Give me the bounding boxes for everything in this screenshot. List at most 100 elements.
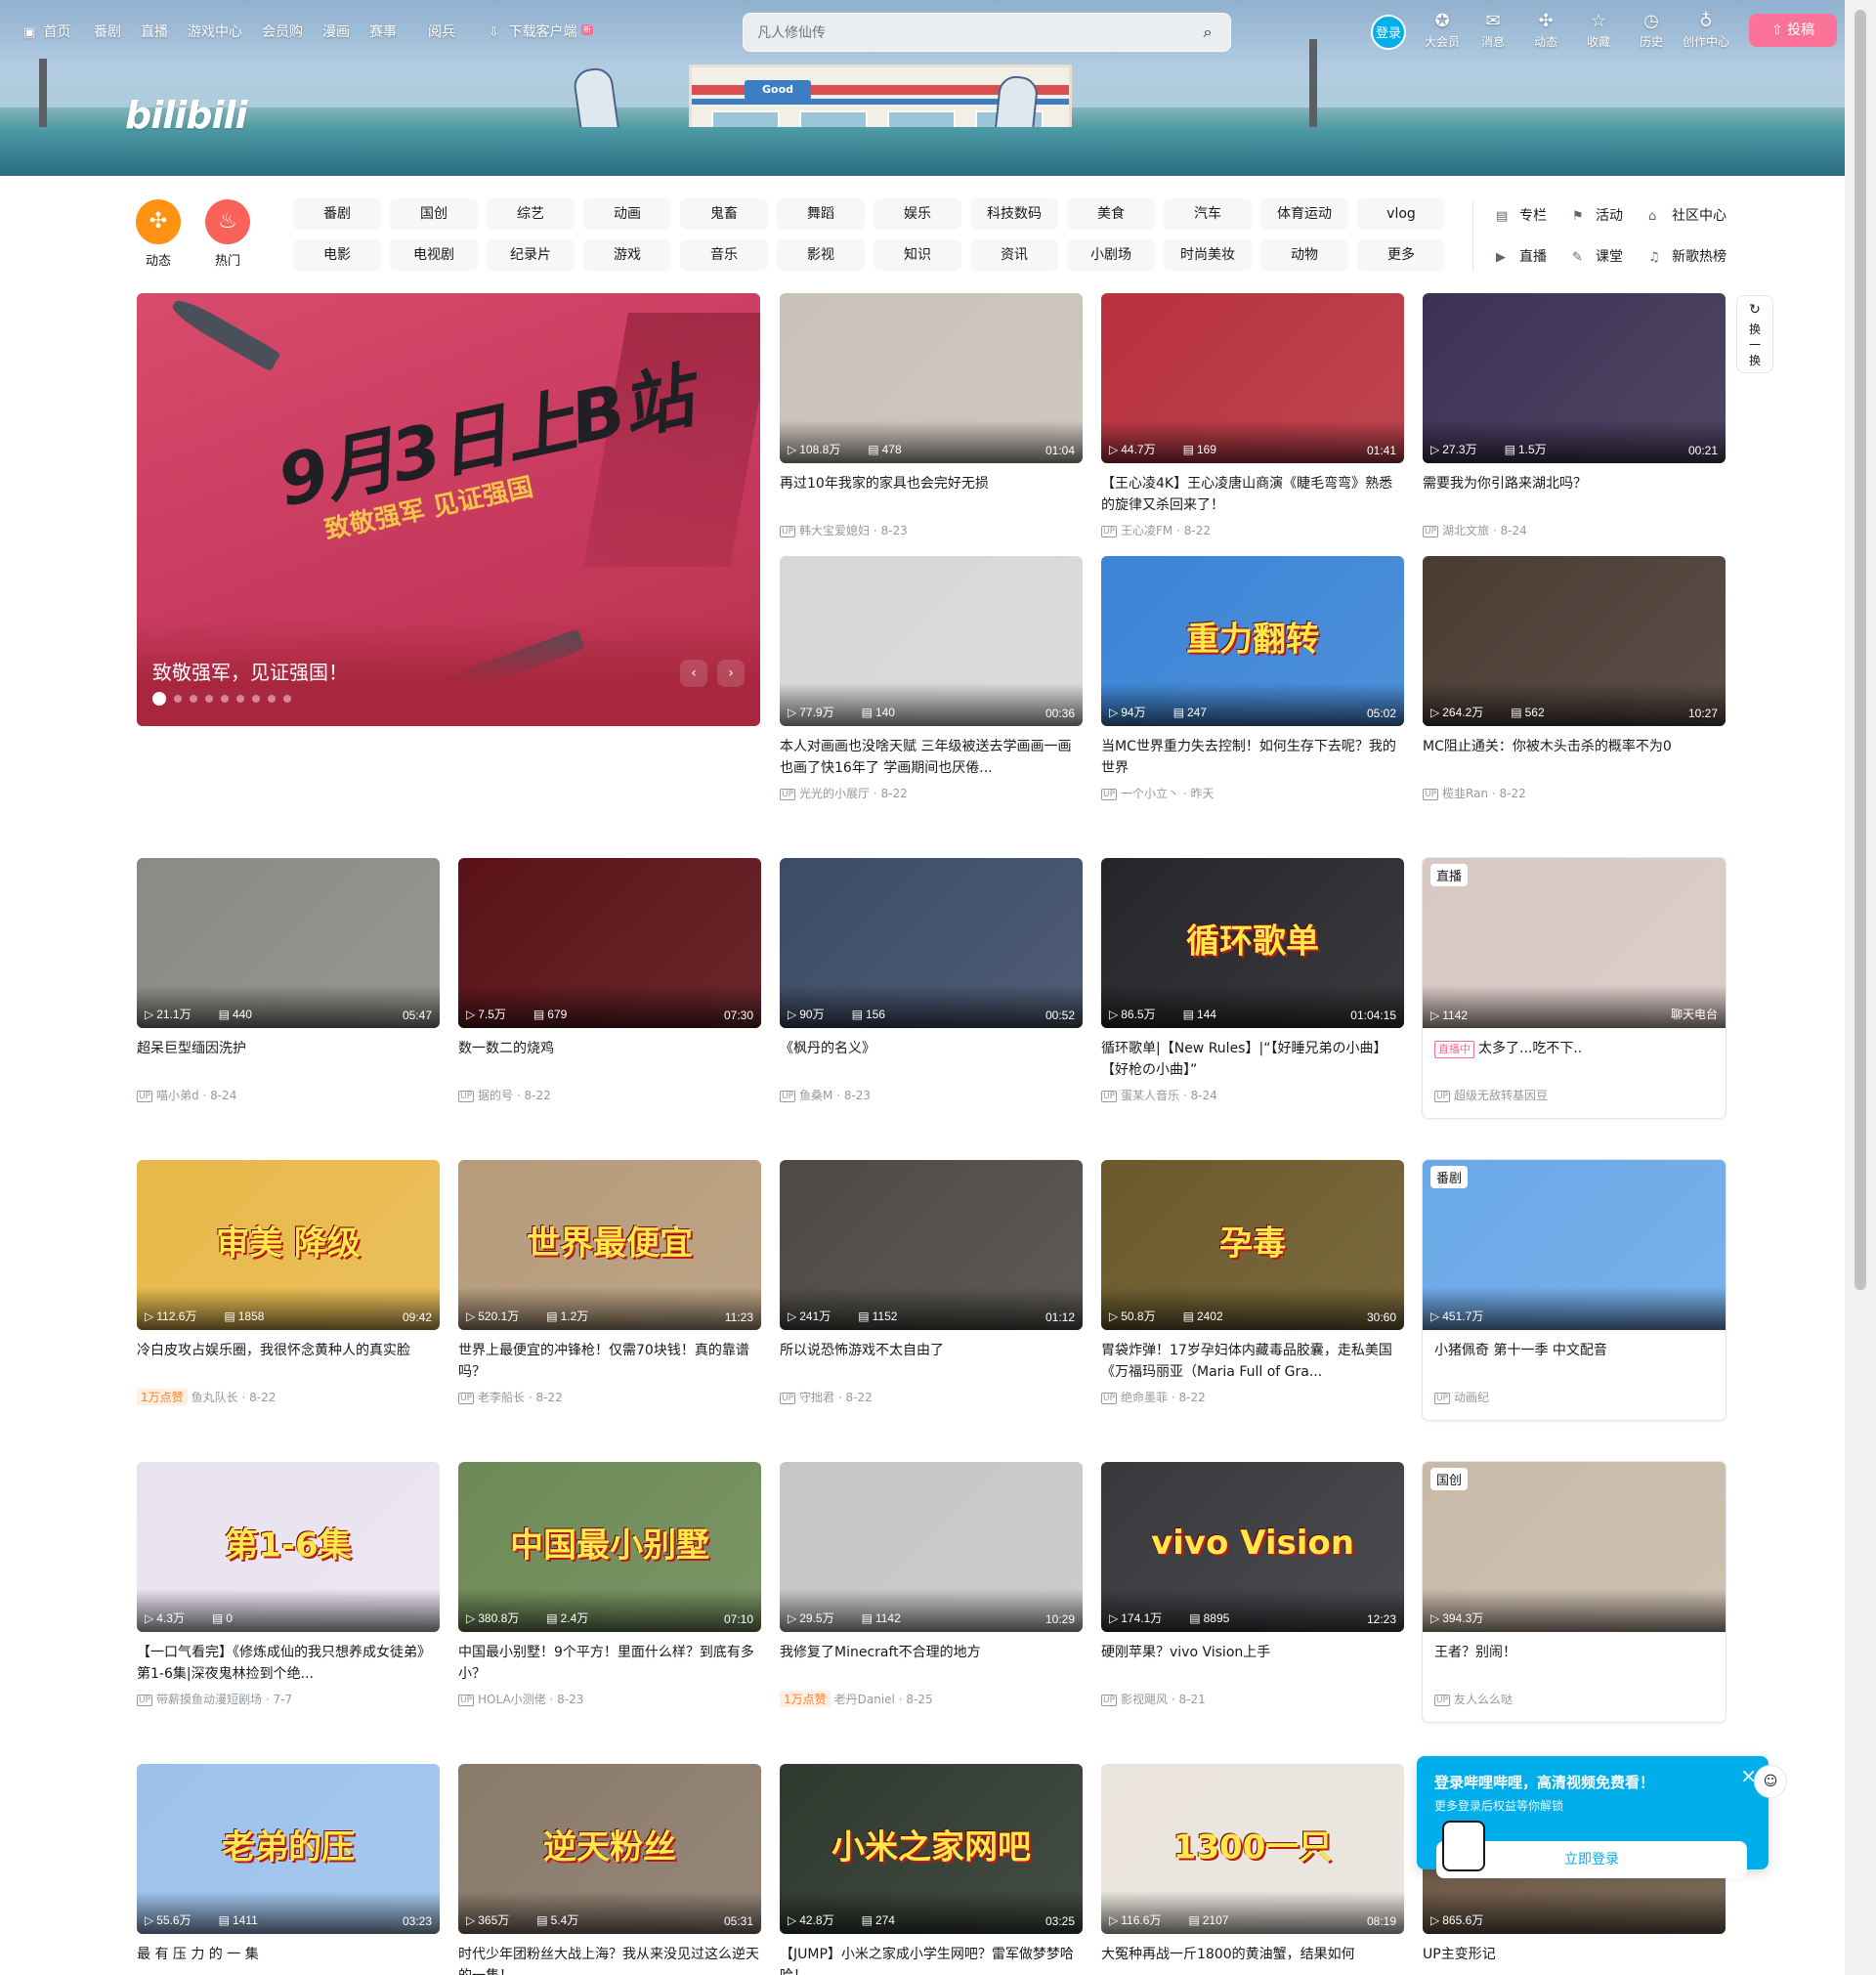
video-title[interactable]: 循环歌单|【New Rules】|“【好睡兄弟の小曲】【好枪の小曲】” [1101,1038,1404,1081]
carousel-dot[interactable] [174,695,182,703]
video-title[interactable]: 王者？别闹！ [1423,1642,1726,1685]
link-live[interactable]: ▶ 直播 [1496,246,1547,266]
upload-button[interactable]: ⇧ 投稿 [1749,14,1837,47]
link-new-songs[interactable]: ♫ 新歌热榜 [1648,246,1727,266]
video-card[interactable]: 孕毒 ▷ 50.8万 ▤ 2402 30:60 胃袋炸弹！17岁孕妇体内藏毒品胶囊，走私美国… [1101,1160,1404,1405]
video-thumbnail[interactable]: 审美 降级 ▷ 112.6万 ▤ 1858 09:42 [137,1160,440,1330]
promo-card[interactable]: 直播 ▷ 1142 聊天电台 直播中 太多了...吃不下.. UP 超级无敌转基因豆 [1423,858,1726,1118]
carousel-dot[interactable] [190,695,197,703]
video-card[interactable]: ▷ 108.8万 ▤ 478 01:04 再过10年我家的家具也会完好无损 UP 韩大宝爱媳妇… [780,293,1083,538]
nav-anime[interactable]: 番剧 [94,21,121,41]
bilibili-logo[interactable]: bilibili [125,94,248,139]
channel-tag[interactable]: 游戏 [583,239,671,271]
video-thumbnail[interactable]: 世界最便宜 ▷ 520.1万 ▤ 1.2万 11:23 [458,1160,761,1330]
channel-tag[interactable]: 纪录片 [487,239,575,271]
nav-download-client[interactable]: ⇩ 下载客户端 新 [489,21,593,41]
hero-caption[interactable]: 致敬强军，见证强国！ [152,657,348,685]
link-column[interactable]: ▤ 专栏 [1496,205,1547,225]
channel-tag[interactable]: 动画 [583,198,671,230]
author-name[interactable]: 老李船长 [478,1391,525,1404]
video-card[interactable]: ▷ 7.5万 ▤ 679 07:30 数一数二的烧鸡 UP 据的号 · 8-22 [458,858,761,1103]
video-title[interactable]: 超呆巨型缅因洗护 [137,1038,440,1081]
channel-tag[interactable]: 国创 [390,198,478,230]
video-card[interactable]: 1300一只 ▷ 116.6万 ▤ 2107 08:19 大冤种再战一斤1800的黄油蟹，结… [1101,1764,1404,1975]
scrollbar[interactable] [1845,0,1876,1975]
video-card[interactable]: ▷ 241万 ▤ 1152 01:12 所以说恐怖游戏不太自由了 UP 守拙君 · 8-22 [780,1160,1083,1405]
channel-tag[interactable]: 知识 [874,239,961,271]
video-thumbnail[interactable]: 番剧 ▷ 451.7万 [1423,1160,1726,1330]
video-card[interactable]: 审美 降级 ▷ 112.6万 ▤ 1858 09:42 冷白皮攻占娱乐圈，我很怀念黄种人的真… [137,1160,440,1405]
carousel-dot[interactable] [221,695,229,703]
nav-dynamics[interactable]: ✣ 动态 [1522,12,1569,50]
video-title[interactable]: 大冤种再战一斤1800的黄油蟹，结果如何 [1101,1944,1404,1975]
author-name[interactable]: 蛋某人音乐 [1121,1089,1179,1102]
link-activity[interactable]: ⚑ 活动 [1572,205,1623,225]
video-thumbnail[interactable]: ▷ 29.5万 ▤ 1142 10:29 [780,1462,1083,1632]
video-title[interactable]: 需要我为你引路来湖北吗？ [1423,473,1726,516]
video-thumbnail[interactable]: ▷ 21.1万 ▤ 440 05:47 [137,858,440,1028]
channel-tag[interactable]: 综艺 [487,198,575,230]
video-thumbnail[interactable]: ▷ 90万 ▤ 156 00:52 [780,858,1083,1028]
channel-tag[interactable]: 科技数码 [970,198,1058,230]
video-card[interactable]: ▷ 29.5万 ▤ 1142 10:29 我修复了Minecraft不合理的地方 1万点赞老… [780,1462,1083,1707]
author-name[interactable]: HOLA小测佬 [478,1693,546,1706]
channel-tag[interactable]: 美食 [1067,198,1155,230]
search-input[interactable] [757,21,1168,43]
channel-tag[interactable]: 舞蹈 [777,198,865,230]
author-name[interactable]: 动画纪 [1454,1391,1489,1404]
author-name[interactable]: 带薪摸鱼动漫短剧场 [156,1693,262,1706]
carousel-dot[interactable] [152,692,166,706]
video-title[interactable]: 《枫丹的名义》 [780,1038,1083,1081]
carousel-dot[interactable] [205,695,213,703]
author-name[interactable]: 据的号 [478,1089,513,1102]
channel-tag[interactable]: 体育运动 [1260,198,1348,230]
login-button[interactable]: 登录 [1371,15,1406,50]
video-title[interactable]: 中国最小别墅！9个平方！里面什么样？到底有多小？ [458,1642,761,1685]
channel-dynamics[interactable]: ✣ 动态 [129,199,188,269]
hero-carousel[interactable]: 9月3日上B站 致敬强军 见证强国 致敬强军，见证强国！ ‹ › [137,293,760,726]
video-title[interactable]: 胃袋炸弹！17岁孕妇体内藏毒品胶囊，走私美国《万福玛丽亚（Maria Full … [1101,1340,1404,1383]
nav-game-center[interactable]: 游戏中心 [188,21,242,41]
channel-tag[interactable]: 电视剧 [390,239,478,271]
video-thumbnail[interactable]: ▷ 27.3万 ▤ 1.5万 00:21 [1423,293,1726,463]
sidebar-float-icon[interactable]: ☺ [1754,1765,1787,1798]
channel-tag[interactable]: 番剧 [293,198,381,230]
video-card[interactable]: ▷ 21.1万 ▤ 440 05:47 超呆巨型缅因洗护 UP 喵小弟d · 8-24 [137,858,440,1103]
video-card[interactable]: 中国最小别墅 ▷ 380.8万 ▤ 2.4万 07:10 中国最小别墅！9个平方！里面什么样… [458,1462,761,1707]
video-title[interactable]: 数一数二的烧鸡 [458,1038,761,1081]
author-name[interactable]: 超级无敌转基因豆 [1454,1089,1548,1102]
video-thumbnail[interactable]: ▷ 7.5万 ▤ 679 07:30 [458,858,761,1028]
video-card[interactable]: ▷ 90万 ▤ 156 00:52 《枫丹的名义》 UP 鱼桑M · 8-23 [780,858,1083,1103]
nav-creator-center[interactable]: ♁ 创作中心 [1681,12,1731,50]
video-card[interactable]: 循环歌单 ▷ 86.5万 ▤ 144 01:04:15 循环歌单|【New Rules】|“… [1101,858,1404,1103]
channel-tag[interactable]: 动物 [1260,239,1348,271]
video-thumbnail[interactable]: 逆天粉丝 ▷ 365万 ▤ 5.4万 05:31 [458,1764,761,1934]
author-name[interactable]: 湖北文旅 [1442,524,1489,537]
author-name[interactable]: 守拙君 [799,1391,834,1404]
nav-esports[interactable]: 赛事 [369,21,397,41]
channel-tag[interactable]: 资讯 [970,239,1058,271]
author-name[interactable]: 绝命墨菲 [1121,1391,1168,1404]
video-card[interactable]: 老弟的压 ▷ 55.6万 ▤ 1411 03:23 最 有 压 力 的 一 集 [137,1764,440,1975]
promo-card[interactable]: 番剧 ▷ 451.7万 小猪佩奇 第十一季 中文配音 UP 动画纪 [1423,1160,1726,1420]
channel-tag[interactable]: 电影 [293,239,381,271]
chevron-left-icon[interactable]: ‹ [680,660,707,687]
video-card[interactable]: 重力翻转 ▷ 94万 ▤ 247 05:02 当MC世界重力失去控制！如何生存下去呢？我的世… [1101,556,1404,801]
video-title[interactable]: 【一口气看完】《修炼成仙的我只想养成女徒弟》第1-6集|深夜鬼林捡到个绝... [137,1642,440,1685]
video-thumbnail[interactable]: 中国最小别墅 ▷ 380.8万 ▤ 2.4万 07:10 [458,1462,761,1632]
video-card[interactable]: 世界最便宜 ▷ 520.1万 ▤ 1.2万 11:23 世界上最便宜的冲锋枪！仅需70块钱！… [458,1160,761,1405]
author-name[interactable]: 一个小立丶 [1121,787,1179,800]
channel-tag[interactable]: 小剧场 [1067,239,1155,271]
video-thumbnail[interactable]: ▷ 241万 ▤ 1152 01:12 [780,1160,1083,1330]
video-title[interactable]: 小猪佩奇 第十一季 中文配音 [1423,1340,1726,1383]
author-name[interactable]: 友人么么哒 [1454,1693,1513,1706]
chevron-right-icon[interactable]: › [717,660,745,687]
author-name[interactable]: 老丹Daniel [834,1693,895,1706]
carousel-dot[interactable] [252,695,260,703]
video-title[interactable]: 冷白皮攻占娱乐圈，我很怀念黄种人的真实脸 [137,1340,440,1383]
channel-tag[interactable]: 音乐 [680,239,768,271]
video-title[interactable]: 硬刚苹果？vivo Vision上手 [1101,1642,1404,1685]
nav-mall[interactable]: 会员购 [262,21,303,41]
video-thumbnail[interactable]: 1300一只 ▷ 116.6万 ▤ 2107 08:19 [1101,1764,1404,1934]
video-card[interactable]: 逆天粉丝 ▷ 365万 ▤ 5.4万 05:31 时代少年团粉丝大战上海？我从来没见过这么逆… [458,1764,761,1975]
